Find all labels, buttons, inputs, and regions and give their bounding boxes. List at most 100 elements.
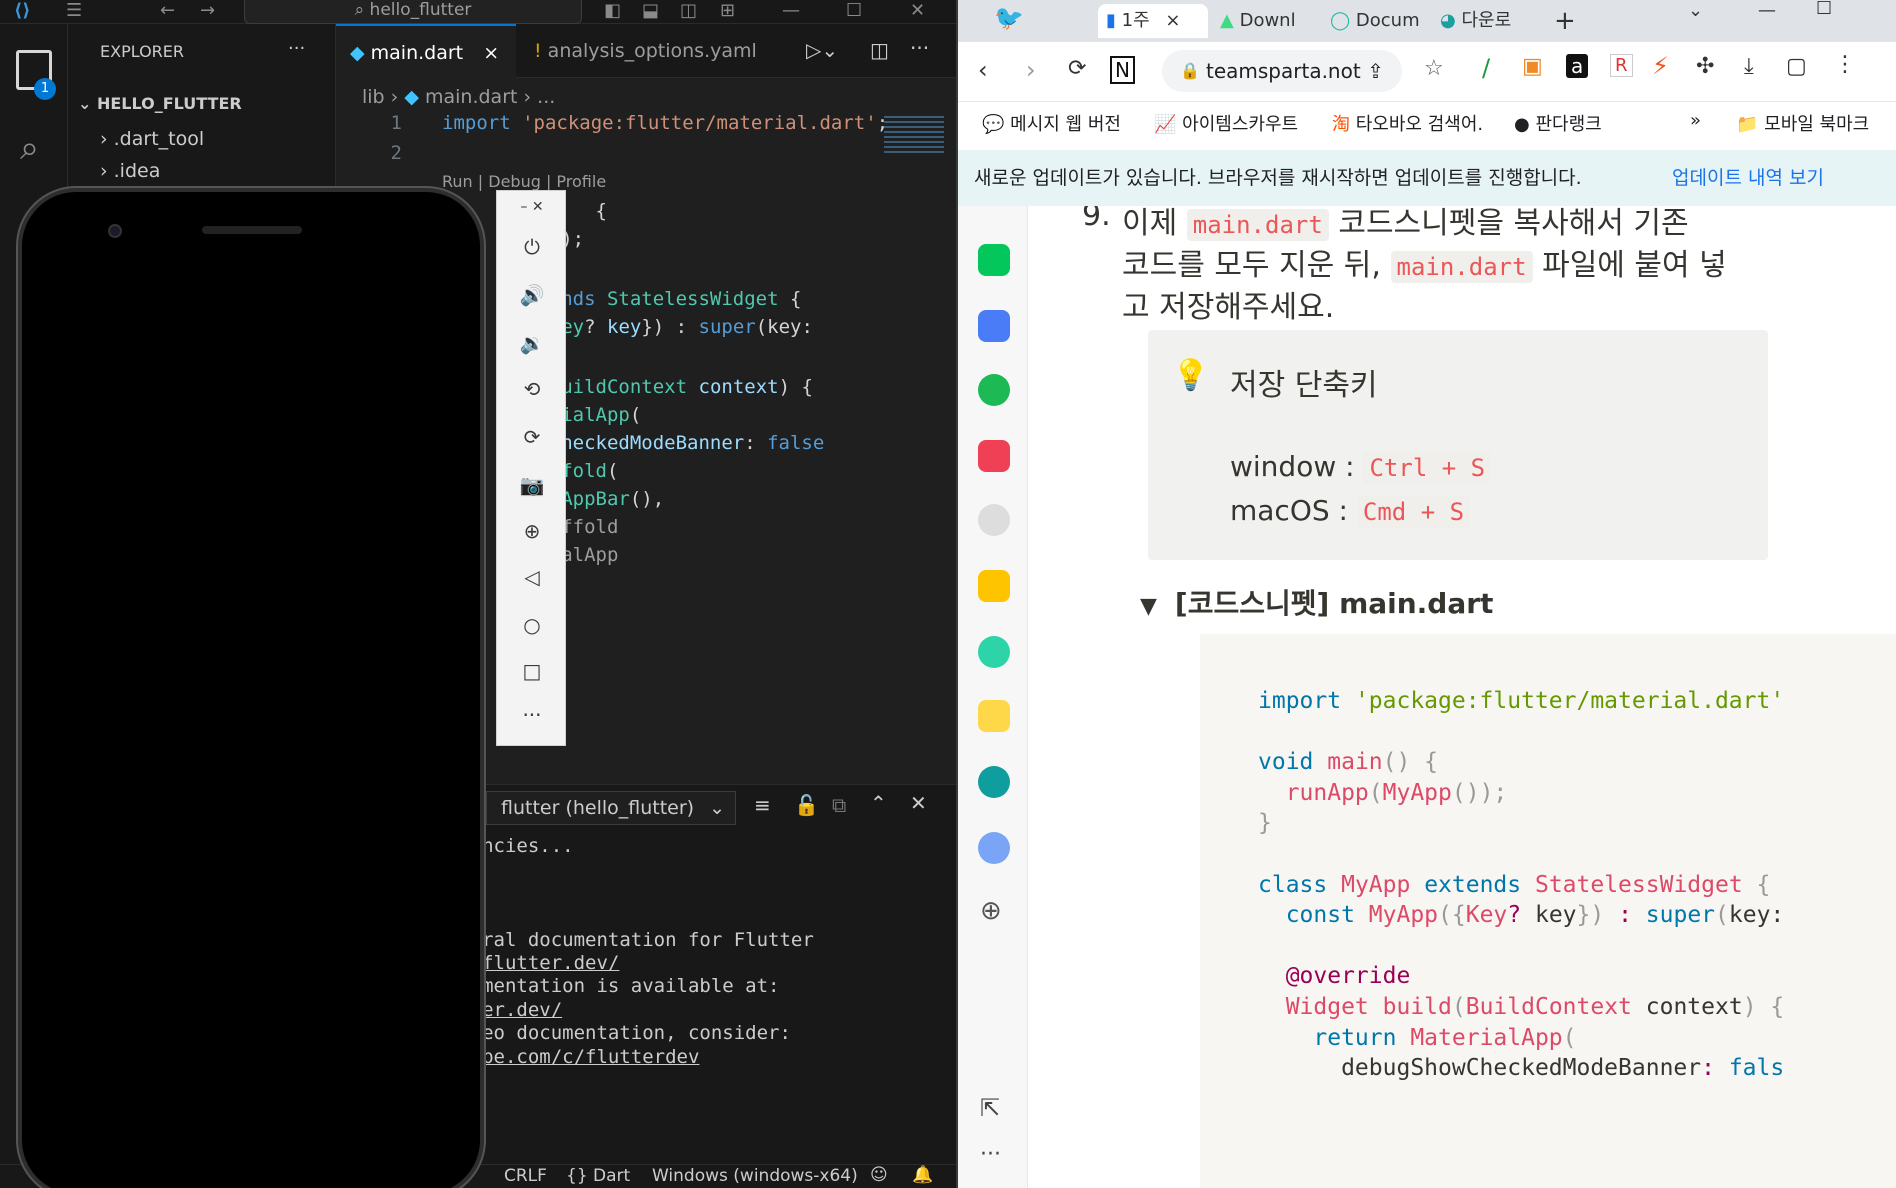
extension-a-icon[interactable]: a — [1566, 54, 1589, 78]
forward-arrow-icon[interactable]: → — [200, 0, 215, 21]
extension-r-icon[interactable]: R — [1610, 54, 1633, 77]
project-folder[interactable]: ⌄ HELLO_FLUTTER — [78, 94, 242, 113]
rotate-right-icon[interactable]: ⟳ — [497, 425, 567, 449]
tab-close-icon[interactable]: × — [483, 42, 499, 64]
extension-slash-icon[interactable]: / — [1482, 54, 1490, 82]
android-emulator-screen[interactable] — [18, 188, 484, 1188]
tab-analysis-options[interactable]: ! analysis_options.yaml — [520, 24, 771, 78]
volume-up-icon[interactable]: 🔊 — [497, 283, 567, 307]
naver-icon[interactable] — [978, 244, 1010, 276]
play-app-icon[interactable] — [978, 636, 1010, 668]
bookmark-app-icon[interactable] — [978, 374, 1010, 406]
home-icon[interactable]: ○ — [497, 613, 567, 637]
reload-icon[interactable]: ⟳ — [1068, 56, 1086, 81]
emulator-minimize-close[interactable]: – ✕ — [497, 199, 567, 215]
close-window-icon[interactable]: ✕ — [910, 0, 925, 21]
browser-tab-docs[interactable]: ◯ Docum — [1330, 4, 1420, 38]
command-center[interactable]: ⌕ hello_flutter — [244, 0, 582, 24]
back-arrow-icon[interactable]: ← — [160, 0, 175, 21]
new-tab-button[interactable]: + — [1554, 4, 1576, 38]
overview-icon[interactable]: □ — [497, 659, 567, 683]
star-app-icon[interactable] — [978, 570, 1010, 602]
browser-menu-icon[interactable]: ⋮ — [1834, 52, 1856, 77]
open-external-icon[interactable]: ⇱ — [980, 1094, 1000, 1122]
notion-icon[interactable]: N — [1110, 56, 1135, 84]
bookmark-mobile[interactable]: 📁 모바일 북마크 — [1736, 110, 1869, 136]
tab-search-icon[interactable]: ⌄ — [1688, 0, 1703, 21]
status-language[interactable]: {} Dart — [566, 1166, 630, 1186]
search-icon[interactable]: ⌕ — [20, 128, 39, 168]
pocket-icon[interactable] — [978, 440, 1010, 472]
snippet-token: runApp — [1258, 779, 1369, 806]
forward-arrow-icon[interactable]: › — [1026, 56, 1036, 84]
menu-icon[interactable]: ☰ — [66, 0, 82, 21]
status-line-ending[interactable]: CRLF — [504, 1166, 547, 1186]
camera-icon[interactable]: 📷 — [497, 473, 567, 497]
breadcrumb-file[interactable]: main.dart — [425, 86, 517, 108]
split-screen-icon[interactable]: ▢ — [1786, 54, 1807, 79]
layout-split-icon[interactable]: ◫ — [680, 0, 697, 21]
inline-code: main.dart — [1390, 251, 1533, 283]
output-channel-dropdown[interactable]: flutter (hello_flutter) ⌄ — [486, 791, 736, 825]
browser-tab-download[interactable]: ▲ Downl — [1220, 4, 1296, 38]
bookmark-pandarank[interactable]: ● 판다랭크 — [1514, 110, 1602, 136]
maximize-icon[interactable]: ☐ — [1816, 0, 1832, 19]
run-debug-icon[interactable]: ▷⌄ — [806, 38, 838, 62]
code-snippet-toggle[interactable]: ▼ [코드스니펫] main.dart — [1140, 582, 1493, 622]
minimap[interactable] — [884, 116, 944, 156]
emulator-more-icon[interactable]: ··· — [497, 703, 567, 727]
tab-main-dart[interactable]: ◆ main.dart × — [336, 24, 516, 78]
share-icon[interactable]: ⇪ — [1367, 50, 1384, 92]
update-details-link[interactable]: 업데이트 내역 보기 — [1672, 150, 1824, 206]
briefcase-icon[interactable] — [978, 310, 1010, 342]
add-app-icon[interactable]: ⊕ — [980, 896, 1002, 926]
notifications-bell-icon[interactable]: 🔔 — [912, 1165, 933, 1185]
browser-tab-active[interactable]: ▮ 1주 × — [1098, 4, 1208, 38]
layout-panel-icon[interactable]: ⬓ — [642, 0, 659, 21]
split-editor-icon[interactable]: ◫ — [870, 38, 889, 62]
lock-icon[interactable]: 🔓 — [794, 793, 819, 817]
tree-item-idea[interactable]: › .idea — [100, 160, 160, 182]
profile-icon[interactable] — [978, 832, 1010, 864]
notes-icon[interactable] — [978, 700, 1010, 732]
power-icon[interactable]: ⏻ — [497, 235, 567, 259]
download-icon[interactable]: ⤓ — [1744, 54, 1754, 79]
close-panel-icon[interactable]: ✕ — [910, 791, 927, 815]
tab-close-icon[interactable]: × — [1165, 10, 1180, 31]
rotate-left-icon[interactable]: ⟲ — [497, 377, 567, 401]
maximize-panel-icon[interactable]: ⌃ — [870, 791, 887, 815]
extensions-puzzle-icon[interactable]: ✣ — [1696, 54, 1714, 79]
minimize-icon[interactable]: — — [1758, 0, 1776, 21]
feedback-icon[interactable]: ☺ — [870, 1165, 888, 1185]
breadcrumb-lib[interactable]: lib — [362, 86, 385, 108]
tree-item-dart-tool[interactable]: › .dart_tool — [100, 128, 204, 150]
editor-more-icon[interactable]: ··· — [910, 36, 929, 60]
mascot-icon[interactable] — [978, 504, 1010, 536]
layout-sidebar-icon[interactable]: ◧ — [604, 0, 621, 21]
bookmark-itemscout[interactable]: 📈 아이템스카우트 — [1154, 110, 1298, 136]
sidebar-more-icon[interactable]: ··· — [980, 1142, 1001, 1167]
bookmark-star-icon[interactable]: ☆ — [1424, 56, 1444, 81]
layout-custom-icon[interactable]: ⊞ — [720, 0, 735, 21]
bookmark-messages[interactable]: 💬 메시지 웹 버전 — [982, 110, 1121, 136]
maximize-icon[interactable]: ☐ — [846, 0, 862, 21]
clear-output-icon[interactable]: ≡ — [754, 793, 771, 817]
volume-down-icon[interactable]: 🔉 — [497, 331, 567, 355]
whale-icon[interactable] — [978, 766, 1010, 798]
zoom-icon[interactable]: ⊕ — [497, 519, 567, 543]
status-device[interactable]: Windows (windows-x64) — [652, 1166, 858, 1186]
browser-tab-downloads-ko[interactable]: ◕ 다운로 — [1440, 4, 1511, 38]
explorer-more-button[interactable]: ··· — [288, 38, 305, 59]
code-snippet-block[interactable]: import 'package:flutter/material.dart' vo… — [1200, 634, 1896, 1188]
snippet-token: ( — [1715, 902, 1729, 929]
bookmarks-overflow[interactable]: » — [1690, 110, 1701, 131]
extension-flash-icon[interactable]: ⚡ — [1652, 52, 1669, 80]
address-bar[interactable]: 🔒 teamsparta.not ⇪ — [1162, 50, 1402, 92]
back-icon[interactable]: ◁ — [497, 565, 567, 589]
copy-icon[interactable]: ⧉ — [832, 793, 846, 817]
breadcrumb-more[interactable]: ... — [537, 86, 555, 108]
bookmark-taobao[interactable]: 淘 타오바오 검색어. — [1332, 110, 1483, 136]
minimize-icon[interactable]: — — [782, 0, 800, 21]
extension-orange-icon[interactable]: ▣ — [1522, 54, 1543, 79]
back-arrow-icon[interactable]: ‹ — [978, 56, 988, 84]
